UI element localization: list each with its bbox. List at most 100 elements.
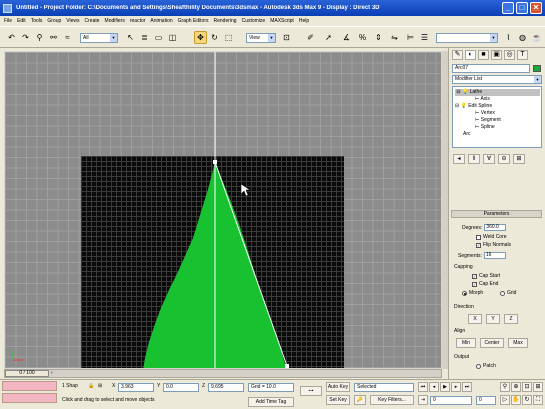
- direction-y-button[interactable]: Y: [486, 314, 500, 324]
- maximize-button[interactable]: □: [516, 2, 528, 14]
- align-center-button[interactable]: Center: [480, 338, 504, 348]
- viewport-front[interactable]: [4, 51, 442, 369]
- key-filters-button[interactable]: Key Filters...: [370, 395, 414, 405]
- menu-group[interactable]: Group: [47, 18, 61, 24]
- menu-graph-editors[interactable]: Graph Editors: [178, 18, 209, 24]
- hierarchy-tab-icon[interactable]: ■: [478, 50, 489, 60]
- maximize-viewport-icon[interactable]: ⛶: [533, 395, 543, 405]
- grid-row[interactable]: Grid: [500, 290, 516, 296]
- maxscript-listener-field[interactable]: [2, 381, 57, 391]
- lock-selection-icon[interactable]: 🔒: [88, 382, 94, 391]
- configure-modifier-sets-icon[interactable]: ⊞: [513, 154, 525, 164]
- maxscript-output-field[interactable]: [2, 393, 57, 403]
- menu-reactor[interactable]: reactor: [130, 18, 146, 24]
- next-frame-icon[interactable]: ▸: [451, 382, 461, 392]
- display-tab-icon[interactable]: ◎: [504, 50, 515, 60]
- menu-tools[interactable]: Tools: [31, 18, 43, 24]
- flip-normals-row[interactable]: ✓ Flip Normals: [476, 242, 511, 248]
- stack-item-vertex[interactable]: ⊢ Vertex: [475, 110, 495, 117]
- minimize-button[interactable]: _: [502, 2, 514, 14]
- object-color-swatch[interactable]: [533, 65, 541, 72]
- material-editor-icon[interactable]: ◍: [516, 31, 529, 44]
- morph-row[interactable]: Morph: [462, 290, 483, 296]
- menu-customize[interactable]: Customize: [242, 18, 266, 24]
- render-scene-icon[interactable]: ☕: [530, 31, 543, 44]
- grid-radio[interactable]: [500, 290, 505, 296]
- zoom-icon[interactable]: ⚲: [500, 382, 510, 392]
- select-object-icon[interactable]: ↖: [124, 31, 137, 44]
- cap-start-checkbox[interactable]: ✓: [472, 273, 477, 279]
- arc-rotate-icon[interactable]: ↻: [522, 395, 532, 405]
- auto-key-button[interactable]: Auto Key: [326, 382, 350, 392]
- layer-manager-icon[interactable]: ☰: [418, 31, 431, 44]
- key-mode-toggle-icon[interactable]: ⇥: [418, 395, 428, 405]
- degrees-spinner[interactable]: 360.0: [484, 224, 507, 231]
- menu-help[interactable]: Help: [299, 18, 309, 24]
- goto-start-icon[interactable]: ⏮: [418, 382, 428, 392]
- utilities-tab-icon[interactable]: T: [517, 50, 528, 60]
- select-and-move-icon[interactable]: ✥: [194, 31, 207, 44]
- snaps-toggle-icon[interactable]: ➚: [322, 31, 335, 44]
- angle-snap-icon[interactable]: ∡: [340, 31, 353, 44]
- time-slider-arrow-icon[interactable]: ›: [51, 370, 53, 376]
- modify-tab-icon[interactable]: ◐: [465, 50, 476, 60]
- named-selection-sets-dropdown[interactable]: ▼: [436, 33, 498, 43]
- patch-row[interactable]: Patch: [476, 363, 496, 369]
- stack-item-segment[interactable]: ⊢ Segment: [475, 117, 501, 124]
- field-of-view-icon[interactable]: ▷: [500, 395, 510, 405]
- time-slider-thumb[interactable]: 0 / 100: [5, 370, 49, 377]
- reference-coordinate-dropdown[interactable]: View ▼: [246, 33, 276, 43]
- modifier-stack[interactable]: ⊟ 💡 Lathe ⊢ Axis ⊟ 💡 Edit Spline ⊢ Verte…: [452, 86, 542, 148]
- direction-z-button[interactable]: Z: [504, 314, 518, 324]
- remove-modifier-icon[interactable]: ⊖: [498, 154, 510, 164]
- pin-stack-icon[interactable]: ◂: [453, 154, 465, 164]
- add-time-tag-button[interactable]: Add Time Tag: [248, 397, 294, 407]
- current-frame-field[interactable]: 0: [430, 396, 472, 405]
- app-icon[interactable]: [3, 3, 12, 13]
- key-mode-dropdown[interactable]: Selected: [354, 383, 414, 392]
- stack-item-axis[interactable]: ⊢ Axis: [475, 96, 490, 103]
- select-and-rotate-icon[interactable]: ↻: [208, 31, 221, 44]
- set-key-mode-icon[interactable]: ⊶: [300, 386, 322, 396]
- window-crossing-icon[interactable]: ◫: [166, 31, 179, 44]
- stack-item-arc[interactable]: Arc: [463, 131, 471, 138]
- previous-frame-icon[interactable]: ◂: [429, 382, 439, 392]
- direction-x-button[interactable]: X: [468, 314, 482, 324]
- absolute-mode-icon[interactable]: ⊞: [98, 382, 102, 391]
- lathe-shape[interactable]: [5, 52, 442, 369]
- mirror-icon[interactable]: ⇋: [388, 31, 401, 44]
- z-coord-field[interactable]: 9.695: [208, 383, 244, 392]
- align-icon[interactable]: ⊨: [404, 31, 417, 44]
- menu-modifiers[interactable]: Modifiers: [105, 18, 125, 24]
- morph-radio[interactable]: [462, 290, 467, 296]
- time-configuration-field[interactable]: 0: [476, 396, 496, 405]
- cap-end-row[interactable]: ✓ Cap End: [472, 281, 498, 287]
- spinner-snap-icon[interactable]: ⇕: [372, 31, 385, 44]
- weld-core-row[interactable]: Weld Core: [476, 234, 507, 240]
- spline-vertex-top[interactable]: [213, 160, 217, 164]
- unlink-icon[interactable]: ⚯: [47, 31, 60, 44]
- time-slider[interactable]: 0 / 100 ›: [4, 369, 442, 378]
- segments-spinner[interactable]: 16: [483, 252, 506, 259]
- undo-icon[interactable]: ↶: [5, 31, 18, 44]
- stack-item-lathe[interactable]: ⊟ 💡 Lathe: [455, 89, 540, 96]
- goto-end-icon[interactable]: ⏭: [462, 382, 472, 392]
- selection-filter-dropdown[interactable]: All ▼: [80, 33, 118, 43]
- select-manipulate-icon[interactable]: ✐: [304, 31, 317, 44]
- zoom-extents-all-icon[interactable]: ⊞: [533, 382, 543, 392]
- y-coord-field[interactable]: 0.0: [163, 383, 199, 392]
- cap-end-checkbox[interactable]: ✓: [472, 281, 477, 287]
- show-end-result-icon[interactable]: ‖: [468, 154, 480, 164]
- percent-snap-icon[interactable]: %: [356, 31, 369, 44]
- select-and-scale-icon[interactable]: ⬚: [222, 31, 235, 44]
- zoom-all-icon[interactable]: ⊕: [511, 382, 521, 392]
- motion-tab-icon[interactable]: ▣: [491, 50, 502, 60]
- menu-rendering[interactable]: Rendering: [214, 18, 237, 24]
- select-link-icon[interactable]: ⚲: [33, 31, 46, 44]
- menu-animation[interactable]: Animation: [150, 18, 172, 24]
- patch-radio[interactable]: [476, 363, 481, 369]
- align-max-button[interactable]: Max: [508, 338, 528, 348]
- menu-maxscript[interactable]: MAXScript: [270, 18, 294, 24]
- flip-normals-checkbox[interactable]: ✓: [476, 242, 481, 248]
- set-key-icon[interactable]: 🔑: [354, 395, 366, 405]
